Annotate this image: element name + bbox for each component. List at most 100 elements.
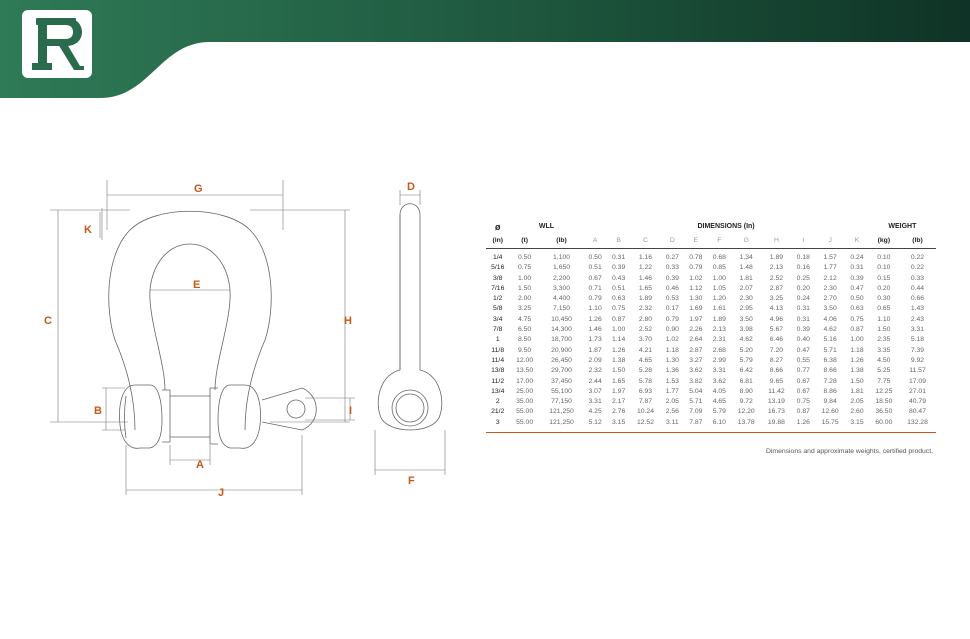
table-cell: 1.20: [712, 295, 726, 303]
shackle-side-view: [377, 203, 443, 431]
table-cell: 0.50: [588, 254, 602, 261]
table-cell: 0.30: [877, 295, 891, 303]
header-banner: [0, 0, 970, 98]
table-cell: 7.87: [689, 418, 703, 426]
table-cell: 1,650: [553, 264, 571, 272]
table-cell: 4.06: [823, 315, 837, 323]
table-cell: 2.30: [739, 295, 753, 303]
column-header: D: [669, 236, 675, 244]
table-cell: 15.75: [821, 418, 839, 426]
table-cell: 0.66: [910, 295, 925, 303]
table-cell: 0.85: [712, 264, 726, 272]
table-cell: 0.15: [877, 274, 891, 282]
shackle-pin: [124, 395, 127, 439]
table-cell: 0.55: [796, 356, 810, 364]
table-cell: 0.18: [796, 254, 810, 261]
table-cell: 0.79: [665, 315, 679, 323]
table-cell: 1.02: [689, 274, 703, 282]
table-cell: 2.12: [823, 274, 837, 282]
table-cell: 3.25: [769, 295, 784, 303]
table-cell: 4.21: [638, 346, 653, 354]
column-header: A: [592, 236, 598, 244]
table-cell: 0.39: [612, 264, 626, 272]
table-cell: 3.82: [689, 377, 703, 385]
table-cell: 9.84: [823, 398, 837, 406]
table-cell: 1.14: [612, 336, 626, 344]
table-cell: 1.50: [877, 326, 891, 334]
column-header: C: [643, 236, 648, 244]
table-cell: 2.17: [612, 398, 626, 406]
table-cell: 3.50: [739, 315, 753, 323]
table-cell: 4.65: [638, 356, 653, 364]
table-cell: 1.38: [850, 367, 864, 375]
table-cell: 6.81: [739, 377, 753, 385]
column-header: K: [854, 236, 860, 244]
table-cell: 4.62: [739, 336, 753, 344]
table-cell: 0.31: [796, 315, 810, 323]
table-cell: 14,300: [551, 326, 572, 334]
table-cell: 1.05: [712, 284, 726, 292]
table-cell: 55.00: [516, 418, 534, 426]
table-row: 13/8 13.50 29,700 2.32 1.50 5.28 1.36 3.62 3.31 6…: [486, 366, 936, 376]
table-cell: 0.87: [850, 326, 864, 334]
column-header: (t): [521, 236, 528, 244]
table-cell: 37,450: [551, 377, 572, 385]
table-cell: 0.75: [796, 398, 810, 406]
table-cell: 1.53: [665, 377, 679, 385]
table-cell: 4.13: [769, 305, 784, 313]
table-cell: 8.66: [823, 367, 837, 375]
table-row: 11/4 12.00 26,450 2.09 1.38 4.65 1.30 3.27 2.99 5…: [486, 356, 936, 366]
table-cell: 0.22: [910, 264, 925, 272]
table-cell: 121,250: [549, 418, 574, 426]
table-cell: 5.12: [588, 418, 602, 426]
table-cell: 1.81: [850, 387, 864, 395]
table-cell: 18.50: [875, 398, 893, 406]
dim-label-d: D: [407, 181, 415, 193]
column-header: (lb): [912, 236, 923, 244]
table-cell: 1.57: [823, 254, 837, 261]
dim-label-f: F: [408, 475, 415, 487]
table-cell: 0.77: [796, 367, 810, 375]
table-cell: 5.20: [739, 346, 753, 354]
table-cell: 0.27: [665, 254, 679, 261]
table-cell: 0.67: [796, 377, 810, 385]
table-cell: 0.47: [796, 346, 810, 354]
table-cell: 2: [495, 398, 500, 406]
table-cell: 9.50: [517, 346, 532, 354]
table-cell: 7.87: [638, 398, 653, 406]
table-cell: 1.89: [769, 254, 784, 261]
table-row: 3/4 4.75 10,450 1.26 0.87 2.80 0.79 1.97 1.89 3.5…: [486, 315, 936, 325]
column-header: J: [828, 236, 832, 244]
table-cell: 1.02: [665, 336, 679, 344]
table-row: 11/8 9.50 20,900 1.87 1.26 4.21 1.18 2.87 2.68 5.…: [486, 346, 936, 356]
table-cell: 0.20: [877, 284, 891, 292]
dim-label-a: A: [196, 459, 204, 471]
table-cell: 2.05: [850, 398, 864, 406]
table-cell: 0.53: [665, 295, 679, 303]
table-cell: 5.71: [823, 346, 837, 354]
table-cell: 6.38: [823, 356, 837, 364]
table-cell: 3.50: [823, 305, 837, 313]
footnote: Dimensions and approximate weights, cert…: [766, 448, 933, 455]
table-cell: 6.50: [517, 326, 532, 334]
table-cell: 13/4: [491, 387, 505, 395]
table-cell: 1.50: [850, 377, 864, 385]
table-cell: 0.24: [850, 254, 864, 261]
table-cell: 11/8: [491, 346, 505, 354]
table-cell: 3/8: [493, 274, 503, 282]
shackle-right-ear: [217, 384, 261, 449]
table-row: 13/4 25.00 55,100 3.07 1.97 6.93 1.77 5.04 4.05 8…: [486, 387, 936, 397]
table-cell: 5.18: [910, 336, 925, 344]
table-cell: 121,250: [549, 408, 574, 416]
company-logo[interactable]: R: [22, 10, 92, 78]
table-cell: 1.97: [689, 315, 703, 323]
table-cell: 0.87: [612, 315, 626, 323]
column-header: E: [693, 236, 699, 244]
table-cell: 0.33: [910, 274, 925, 282]
table-cell: 0.75: [850, 315, 864, 323]
table-cell: 1.77: [665, 387, 679, 395]
pin-cotter-hole: [286, 399, 306, 419]
column-header: (lb): [556, 236, 567, 244]
table-cell: 18,700: [551, 336, 572, 344]
table-cell: 0.25: [796, 274, 810, 282]
